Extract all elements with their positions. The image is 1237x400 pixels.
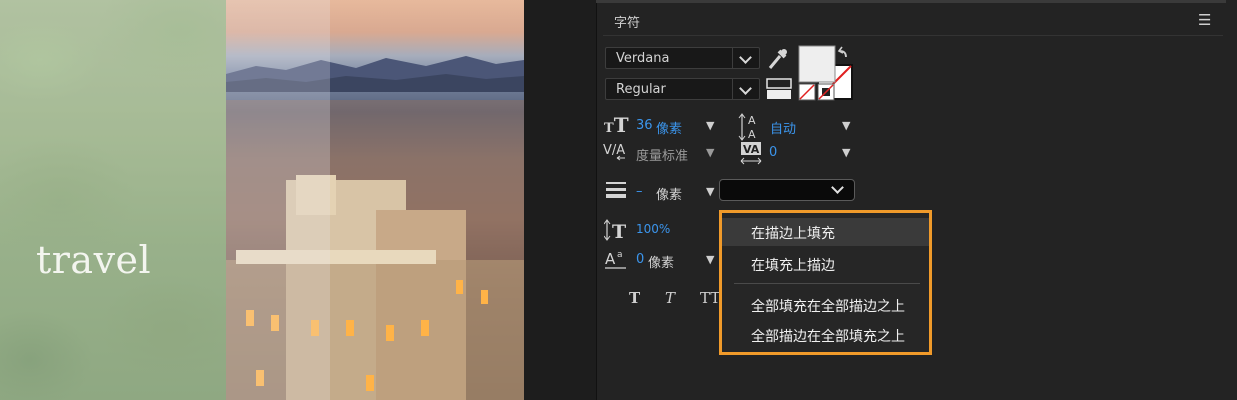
- font-size-value[interactable]: 36: [636, 118, 653, 133]
- stroke-width-unit: 像素: [656, 188, 683, 203]
- tracking-icon: VA: [740, 142, 762, 165]
- baseline-shift-value[interactable]: 0: [636, 252, 644, 267]
- stroke-width-value[interactable]: –: [636, 184, 643, 199]
- menu-item-label: 全部填充在全部描边之上: [751, 299, 905, 315]
- panel-title: 字符: [614, 16, 641, 31]
- svg-text:V/A: V/A: [603, 143, 625, 158]
- tracking-dropdown-arrow[interactable]: ▼: [842, 146, 850, 159]
- vertical-scale-value[interactable]: 100%: [636, 222, 670, 236]
- font-size-icon: TT: [604, 113, 629, 137]
- kerning-icon: V/A: [603, 143, 625, 161]
- chevron-down-icon: [732, 48, 759, 68]
- faux-italic-button[interactable]: T: [665, 289, 675, 307]
- font-size-dropdown-arrow[interactable]: ▼: [706, 119, 714, 132]
- baseline-shift-icon: A a: [605, 250, 626, 269]
- menu-item-all-fills-over-strokes[interactable]: 全部填充在全部描边之上: [722, 291, 929, 319]
- leading-dropdown-arrow[interactable]: ▼: [842, 119, 850, 132]
- fill-stroke-swatch[interactable]: [798, 45, 856, 103]
- font-family-value: Verdana: [616, 51, 670, 66]
- font-family-dropdown[interactable]: Verdana: [605, 47, 760, 69]
- all-caps-button[interactable]: TT: [700, 289, 720, 307]
- panel-gap: [524, 0, 596, 400]
- baseline-shift-unit: 像素: [648, 256, 675, 271]
- menu-item-label: 在填充上描边: [751, 258, 835, 274]
- swap-fill-stroke-icon[interactable]: [766, 78, 792, 100]
- svg-text:a: a: [617, 250, 623, 260]
- font-style-dropdown[interactable]: Regular: [605, 78, 760, 100]
- svg-text:A: A: [605, 250, 616, 268]
- menu-item-label: 全部描边在全部填充之上: [751, 329, 905, 345]
- kerning-value[interactable]: 度量标准: [636, 145, 688, 164]
- panel-title-divider: [603, 35, 1223, 36]
- menu-item-fill-over-stroke[interactable]: 在描边上填充: [722, 218, 929, 246]
- stroke-width-icon: [606, 182, 626, 198]
- font-style-value: Regular: [616, 82, 666, 97]
- menu-item-all-strokes-over-fills[interactable]: 全部描边在全部填充之上: [722, 321, 929, 349]
- baseline-shift-dropdown-arrow[interactable]: ▼: [706, 253, 714, 266]
- panel-menu-icon[interactable]: ☰: [1198, 11, 1211, 29]
- chevron-down-icon: [732, 79, 759, 99]
- kerning-dropdown-arrow[interactable]: ▼: [706, 146, 714, 159]
- faux-bold-button[interactable]: T: [629, 289, 640, 307]
- tracking-value[interactable]: 0: [769, 145, 777, 160]
- leading-value[interactable]: 自动: [770, 118, 796, 137]
- stroke-width-dropdown-arrow[interactable]: ▼: [706, 185, 714, 198]
- menu-divider: [734, 283, 920, 284]
- menu-item-label: 在描边上填充: [751, 226, 835, 242]
- stroke-order-menu: 在描边上填充 在填充上描边 全部填充在全部描边之上 全部描边在全部填充之上: [719, 210, 932, 355]
- menu-item-stroke-over-fill[interactable]: 在填充上描边: [722, 250, 929, 278]
- forest-veil: [0, 0, 226, 400]
- font-size-unit: 像素: [656, 122, 683, 137]
- chevron-down-icon: [831, 181, 844, 194]
- svg-text:A: A: [748, 114, 756, 127]
- svg-text:VA: VA: [743, 143, 760, 156]
- panel-top-border: [596, 0, 1226, 3]
- overlay-title-text: travel: [36, 238, 152, 282]
- leading-icon: A A: [738, 113, 756, 141]
- svg-text:T: T: [612, 221, 626, 241]
- city-veil: [226, 0, 330, 400]
- vertical-scale-icon: T: [604, 219, 626, 241]
- svg-text:A: A: [748, 128, 756, 141]
- eyedropper-icon[interactable]: [766, 46, 788, 72]
- stroke-style-dropdown[interactable]: [719, 179, 855, 201]
